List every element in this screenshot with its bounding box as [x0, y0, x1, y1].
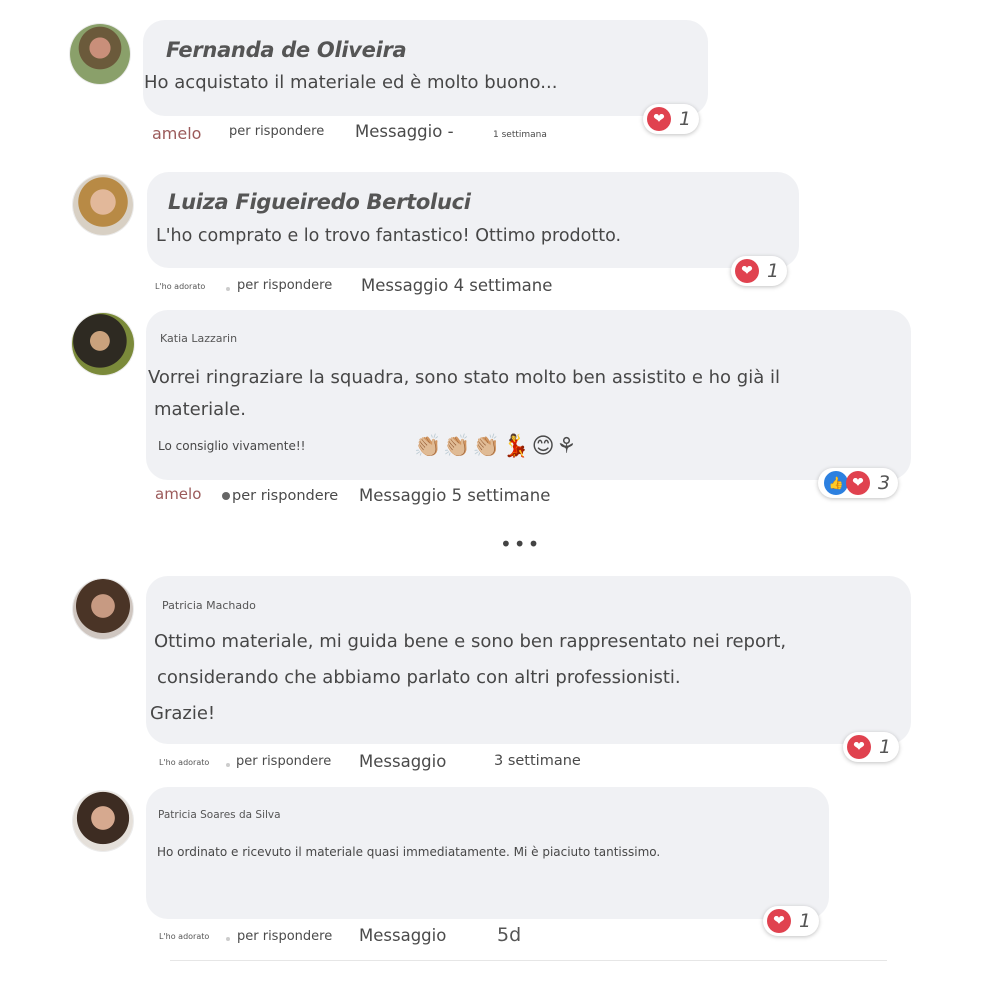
- reply-label: per rispondere: [232, 488, 339, 504]
- message-action[interactable]: Messaggio 5 settimane: [359, 486, 550, 505]
- heart-icon: ❤: [846, 471, 870, 495]
- comment-author[interactable]: Patricia Machado: [162, 599, 256, 612]
- comment-text: L'ho comprato e lo trovo fantastico! Ott…: [156, 226, 622, 246]
- comment-author[interactable]: Katia Lazzarin: [160, 332, 237, 345]
- reaction-count: 1: [799, 910, 812, 932]
- comment-timestamp: 1 settimana: [493, 130, 547, 140]
- message-action[interactable]: Messaggio: [359, 752, 446, 771]
- comment-text-line: Grazie!: [150, 703, 216, 724]
- comment-text-line: materiale.: [154, 399, 246, 420]
- separator-dot: [226, 287, 230, 291]
- comment-text-line: Ottimo materiale, mi guida bene e sono b…: [154, 631, 787, 652]
- comment-text: Ho ordinato e ricevuto il materiale quas…: [157, 845, 661, 859]
- reply-action[interactable]: per rispondere: [222, 488, 338, 504]
- separator-dot: [226, 937, 230, 941]
- like-action[interactable]: L'ho adorato: [159, 758, 209, 767]
- reply-action[interactable]: per rispondere: [236, 754, 331, 769]
- reaction-count: 3: [878, 472, 891, 494]
- like-action[interactable]: amelo: [152, 124, 201, 143]
- heart-icon: ❤: [767, 909, 791, 933]
- like-action[interactable]: L'ho adorato: [155, 282, 205, 291]
- reaction-summary[interactable]: 👍 ❤ 3: [818, 468, 899, 498]
- reaction-summary[interactable]: ❤ 1: [843, 732, 900, 762]
- reaction-summary[interactable]: ❤ 1: [731, 256, 788, 286]
- reply-action[interactable]: per rispondere: [237, 929, 332, 944]
- more-dots-icon[interactable]: •••: [500, 532, 541, 556]
- heart-icon: ❤: [847, 735, 871, 759]
- avatar[interactable]: [70, 24, 130, 84]
- like-action[interactable]: L'ho adorato: [159, 932, 209, 941]
- like-action[interactable]: amelo: [155, 485, 201, 503]
- comment-bubble: [146, 576, 911, 744]
- avatar[interactable]: [73, 579, 133, 639]
- comment-author[interactable]: Fernanda de Oliveira: [166, 38, 407, 62]
- comment-text-line: Vorrei ringraziare la squadra, sono stat…: [148, 367, 780, 388]
- reply-action[interactable]: per rispondere: [229, 124, 324, 139]
- reaction-count: 1: [879, 736, 892, 758]
- message-action[interactable]: Messaggio 4 settimane: [361, 276, 552, 295]
- reaction-count: 1: [767, 260, 780, 282]
- comment-bubble: [147, 172, 799, 268]
- comment-timestamp: 3 settimane: [494, 753, 581, 769]
- reaction-count: 1: [679, 108, 692, 130]
- reaction-summary[interactable]: ❤ 1: [763, 906, 820, 936]
- comment-text: Ho acquistato il materiale ed è molto bu…: [144, 72, 558, 93]
- separator-dot: [222, 492, 230, 500]
- comment-text-line: considerando che abbiamo parlato con alt…: [157, 667, 681, 688]
- divider: [170, 960, 887, 961]
- avatar[interactable]: [72, 313, 134, 375]
- emoji-row: 👏🏼👏🏼👏🏼💃😊⚘: [414, 434, 579, 459]
- reply-action[interactable]: per rispondere: [237, 278, 332, 293]
- heart-icon: ❤: [647, 107, 671, 131]
- separator-dot: [226, 763, 230, 767]
- comment-text-line: Lo consiglio vivamente!!: [158, 439, 306, 453]
- message-action[interactable]: Messaggio: [359, 926, 446, 945]
- avatar[interactable]: [73, 175, 133, 235]
- message-action[interactable]: Messaggio -: [355, 122, 454, 141]
- avatar[interactable]: [73, 791, 133, 851]
- reaction-summary[interactable]: ❤ 1: [643, 104, 700, 134]
- comment-bubble: [143, 20, 708, 116]
- comment-author[interactable]: Patricia Soares da Silva: [158, 809, 281, 821]
- heart-icon: ❤: [735, 259, 759, 283]
- comment-timestamp: 5d: [497, 924, 522, 946]
- comment-author[interactable]: Luiza Figueiredo Bertoluci: [168, 190, 471, 214]
